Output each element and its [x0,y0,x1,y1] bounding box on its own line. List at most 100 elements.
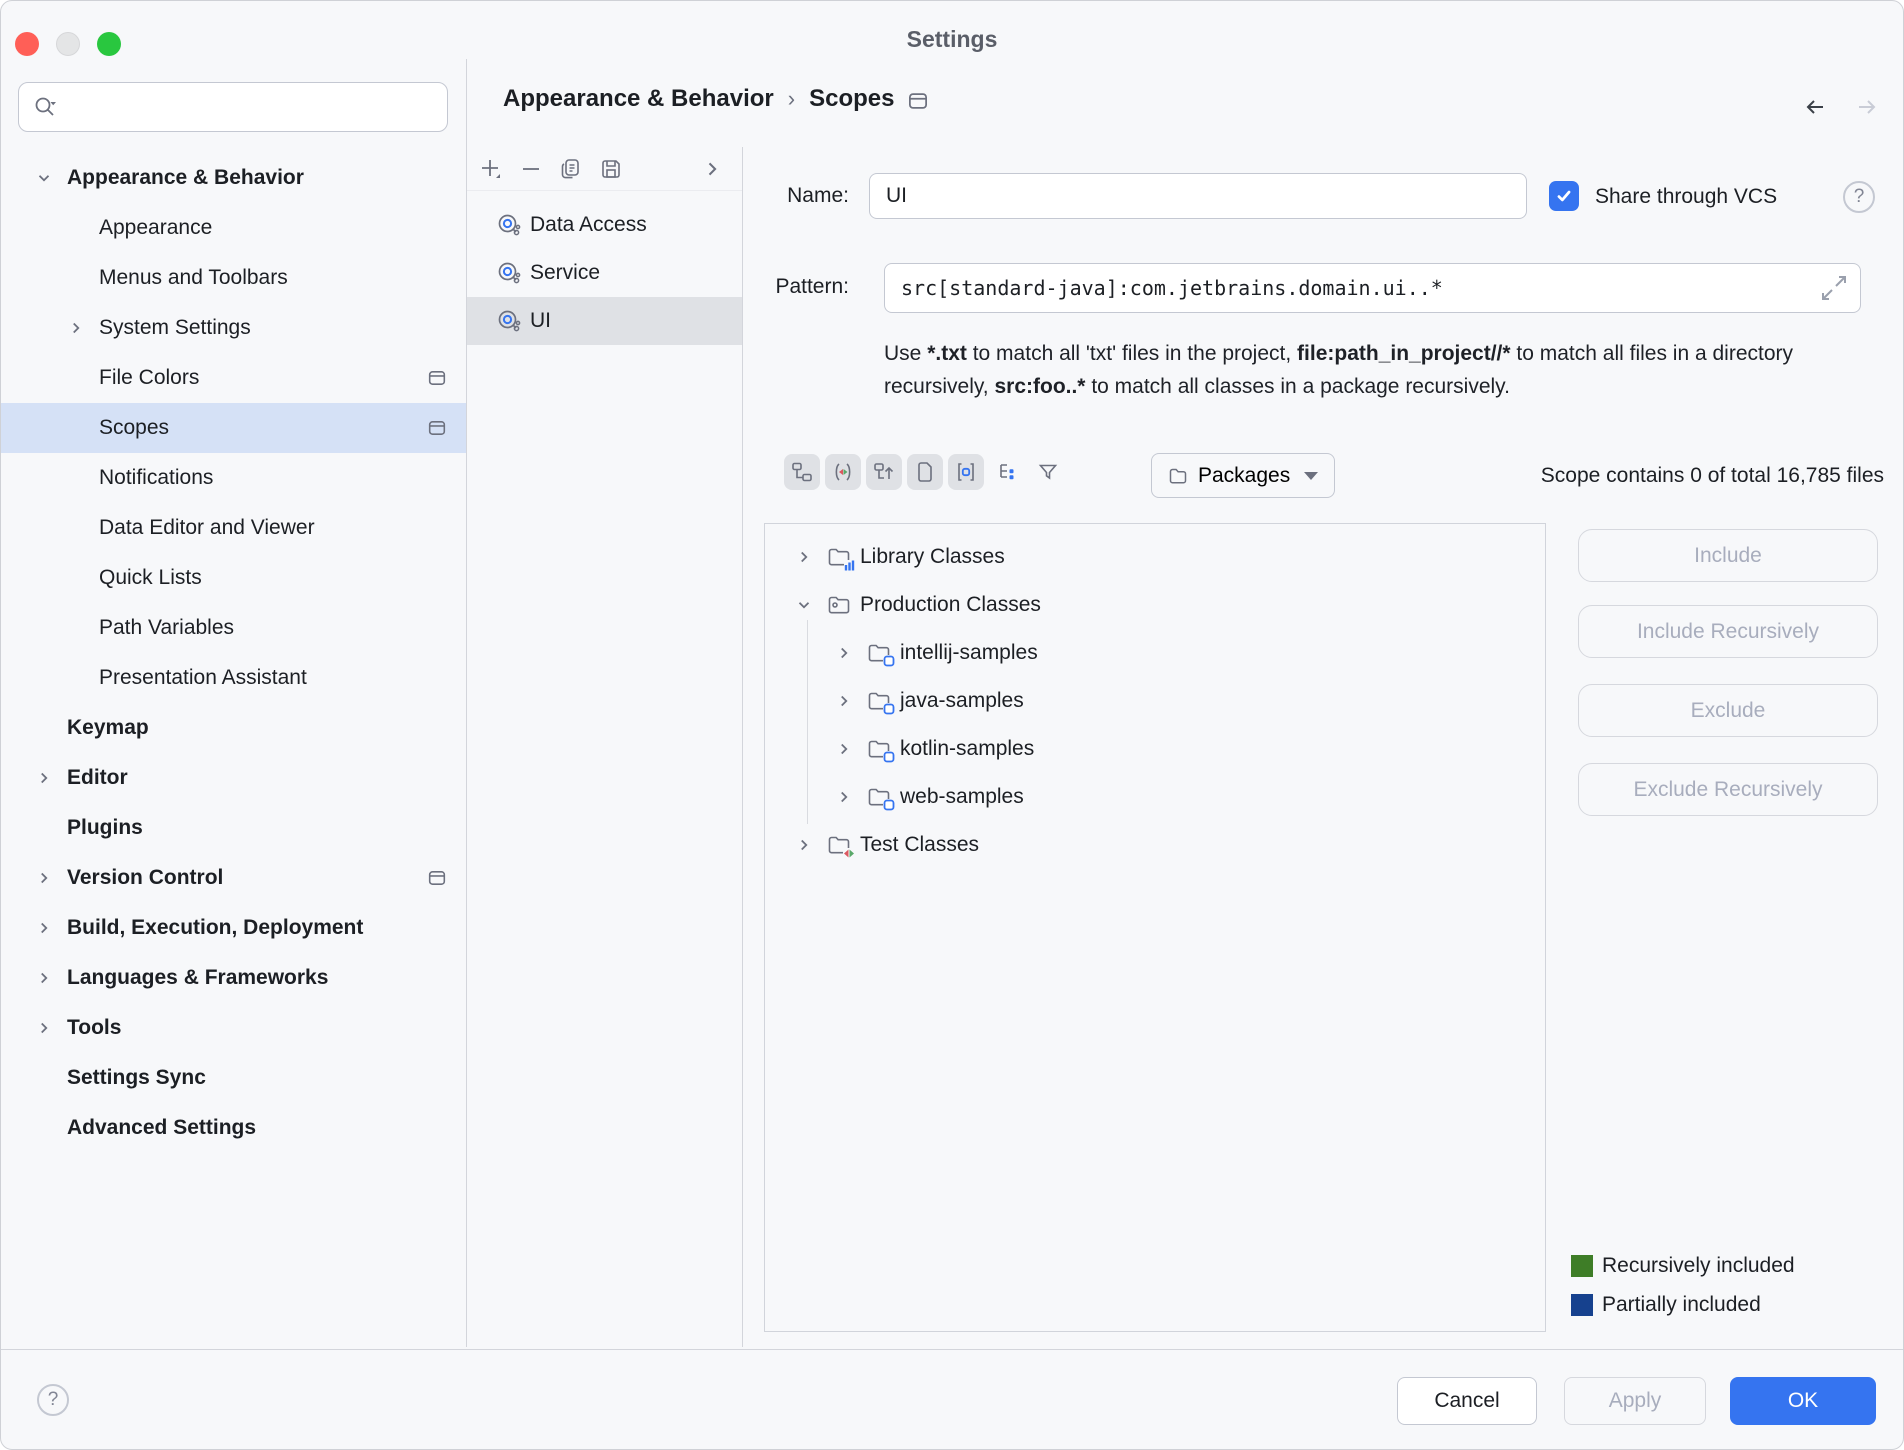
show-references-toggle[interactable] [825,454,861,490]
share-vcs-checkbox[interactable] [1549,181,1579,211]
scope-file-tree: Library Classes Production Classes intel… [764,523,1546,1332]
exclude-recursively-button[interactable]: Exclude Recursively [1578,763,1878,816]
sidebar-item-keymap[interactable]: Keymap [1,703,466,753]
include-recursively-button[interactable]: Include Recursively [1578,605,1878,658]
settings-search-box[interactable] [18,82,448,132]
chevron-right-icon [835,740,853,758]
module-badge-icon [883,799,895,811]
sidebar-item-tools[interactable]: Tools [1,1003,466,1053]
forward-arrow-icon[interactable] [1853,93,1881,121]
sidebar-item-presentation-assistant[interactable]: Presentation Assistant [1,653,466,703]
sidebar-item-quick-lists[interactable]: Quick Lists [1,553,466,603]
remove-icon [519,157,543,181]
view-options-toolbar [784,454,1066,490]
help-button[interactable]: ? [37,1384,69,1416]
add-scope-button[interactable] [471,151,511,187]
tree-item-intellij-samples[interactable]: intellij-samples [765,629,1545,677]
remove-scope-button[interactable] [511,151,551,187]
brackets-element-icon [955,461,977,483]
legend-label: Recursively included [1602,1254,1795,1278]
sidebar-item-advanced-settings[interactable]: Advanced Settings [1,1103,466,1153]
chevron-right-icon [35,869,53,887]
tree-item-production-classes[interactable]: Production Classes [765,581,1545,629]
chevron-right-icon [35,769,53,787]
module-badge-icon [883,751,895,763]
show-hierarchy-toggle[interactable] [784,454,820,490]
library-badge-icon [844,560,855,571]
sidebar-item-plugins[interactable]: Plugins [1,803,466,853]
window-title: Settings [1,26,1903,53]
sidebar-item-editor[interactable]: Editor [1,753,466,803]
back-arrow-icon[interactable] [1801,93,1829,121]
project-level-icon [428,870,446,886]
save-scope-button[interactable] [591,151,631,187]
toolbar-more-button[interactable] [692,151,732,187]
scope-summary-text: Scope contains 0 of total 16,785 files [1541,464,1884,488]
sidebar-item-languages-frameworks[interactable]: Languages & Frameworks [1,953,466,1003]
packages-dropdown[interactable]: Packages [1151,453,1335,498]
show-files-toggle[interactable] [907,454,943,490]
sidebar-item-file-colors[interactable]: File Colors [1,353,466,403]
name-field[interactable] [869,173,1527,219]
sidebar-item-appearance[interactable]: Appearance [1,203,466,253]
tree-item-kotlin-samples[interactable]: kotlin-samples [765,725,1545,773]
scope-item-service[interactable]: Service [467,249,742,297]
legend-green-swatch [1571,1255,1593,1277]
scope-item-ui[interactable]: UI [467,297,742,345]
pattern-help-text: Use *.txt to match all 'txt' files in th… [884,337,1894,403]
scope-item-data-access[interactable]: Data Access [467,201,742,249]
page-title: Scopes [809,85,894,113]
show-modules-toggle[interactable] [866,454,902,490]
sidebar-item-scopes[interactable]: Scopes [1,403,466,453]
sidebar-item-menus-toolbars[interactable]: Menus and Toolbars [1,253,466,303]
expand-structure-button[interactable] [989,454,1025,490]
titlebar: Settings [1,1,1903,59]
copy-scope-button[interactable] [551,151,591,187]
sidebar-item-path-variables[interactable]: Path Variables [1,603,466,653]
filter-button[interactable] [1030,454,1066,490]
tree-item-java-samples[interactable]: java-samples [765,677,1545,725]
expand-pattern-icon[interactable] [1819,273,1849,303]
settings-sidebar: Appearance & Behavior Appearance Menus a… [1,59,466,1347]
chevron-right-icon [35,919,53,937]
cancel-button[interactable]: Cancel [1397,1377,1537,1425]
chevron-down-icon [795,596,813,614]
name-label: Name: [761,184,849,208]
breadcrumb-parent[interactable]: Appearance & Behavior [503,85,774,113]
search-input[interactable] [71,86,447,128]
sidebar-item-appearance-behavior[interactable]: Appearance & Behavior [1,153,466,203]
file-icon [914,461,936,483]
tree-structure-icon [996,461,1018,483]
modules-up-icon [873,461,895,483]
include-button[interactable]: Include [1578,529,1878,582]
scope-list-toolbar [467,147,742,190]
package-folder-icon [827,594,851,616]
packages-dropdown-label: Packages [1198,464,1290,488]
module-badge-icon [883,655,895,667]
sidebar-item-build-execution-deployment[interactable]: Build, Execution, Deployment [1,903,466,953]
sidebar-item-system-settings[interactable]: System Settings [1,303,466,353]
pattern-field[interactable] [884,263,1861,313]
tree-item-test-classes[interactable]: Test Classes [765,821,1545,869]
chevron-right-icon [35,969,53,987]
exclude-button[interactable]: Exclude [1578,684,1878,737]
show-scratches-toggle[interactable] [948,454,984,490]
ok-button[interactable]: OK [1730,1377,1876,1425]
copy-icon [559,157,583,181]
share-vcs-help-icon[interactable]: ? [1843,181,1875,213]
tree-item-library-classes[interactable]: Library Classes [765,533,1545,581]
apply-button[interactable]: Apply [1564,1377,1706,1425]
toolbar-divider [467,190,742,191]
tree-item-web-samples[interactable]: web-samples [765,773,1545,821]
breadcrumb-separator-icon: › [788,86,795,112]
sidebar-item-notifications[interactable]: Notifications [1,453,466,503]
sidebar-item-data-editor-viewer[interactable]: Data Editor and Viewer [1,503,466,553]
sidebar-item-settings-sync[interactable]: Settings Sync [1,1053,466,1103]
breadcrumb: Appearance & Behavior › Scopes [503,85,928,113]
sidebar-item-version-control[interactable]: Version Control [1,853,466,903]
references-icon [832,461,854,483]
share-vcs-label: Share through VCS [1595,185,1777,209]
project-level-icon [428,420,446,436]
search-icon [33,95,63,119]
test-badge-icon [843,848,855,859]
